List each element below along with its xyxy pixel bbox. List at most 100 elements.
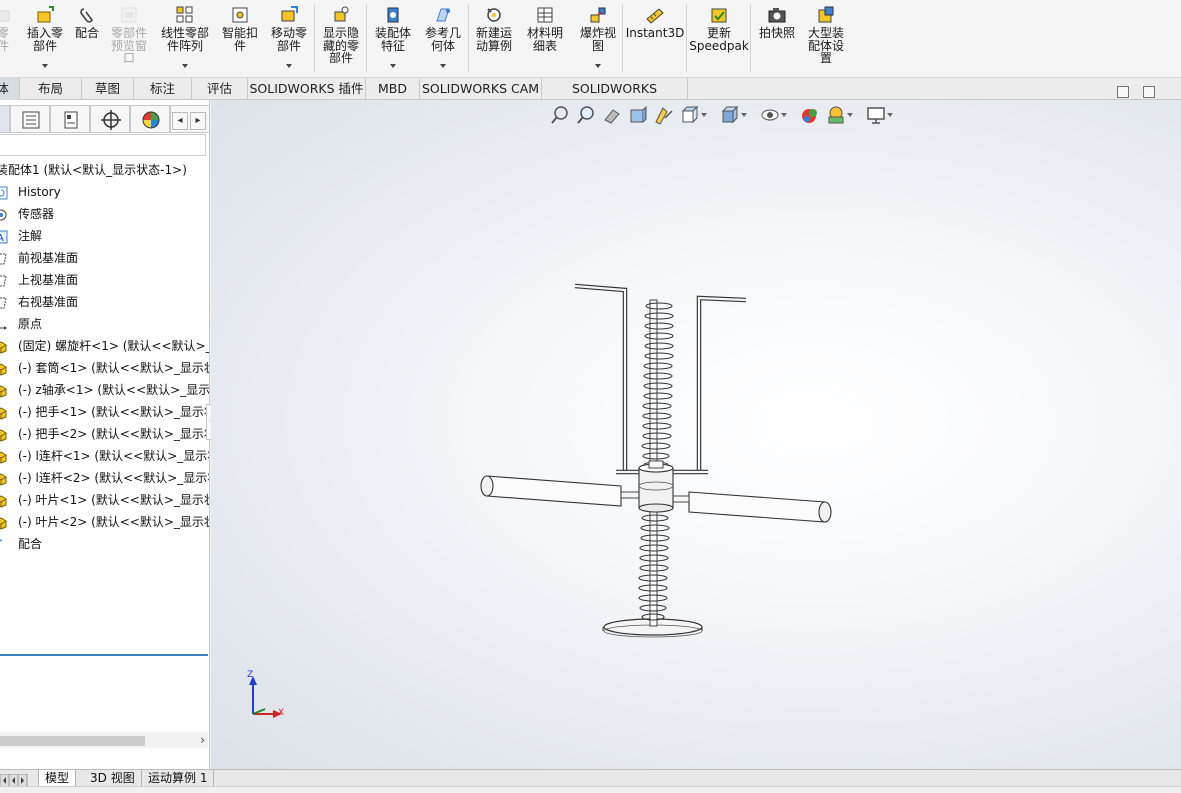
ribbon-button-label: 参考几 何体 bbox=[424, 26, 461, 53]
tree-item[interactable]: (-) z轴承<1> (默认<<默认>_显示状 bbox=[0, 379, 209, 401]
dropdown-arrow-icon[interactable] bbox=[595, 64, 601, 68]
tree-item[interactable]: (-) 把手<2> (默认<<默认>_显示状 bbox=[0, 423, 209, 445]
array-icon bbox=[175, 5, 195, 25]
ribbon-button-label: 线性零部 件阵列 bbox=[160, 26, 209, 53]
tree-item[interactable]: (-) 套筒<1> (默认<<默认>_显示状 bbox=[0, 357, 209, 379]
tree-item-label: (-) 把手<1> (默认<<默认>_显示状 bbox=[18, 405, 210, 419]
part-icon bbox=[0, 5, 13, 25]
ribbon-button-clip[interactable]: 配合 bbox=[72, 2, 102, 76]
refgeo-icon bbox=[433, 5, 453, 25]
bottom-tab-motion-study[interactable]: 运动算例 1 bbox=[142, 770, 215, 787]
status-bar bbox=[0, 786, 1181, 793]
ribbon-button-insert[interactable]: 插入零 部件 bbox=[26, 2, 64, 76]
ribbon-button-label: 零 件 bbox=[0, 26, 9, 53]
command-tab-4[interactable]: 评估 bbox=[192, 78, 248, 100]
rollback-bar[interactable] bbox=[0, 654, 208, 656]
ribbon-button-asmfeat[interactable]: 装配体 特征 bbox=[370, 2, 416, 76]
dropdown-arrow-icon[interactable] bbox=[182, 64, 188, 68]
dropdown-arrow-icon[interactable] bbox=[440, 64, 446, 68]
ribbon-button-speedpak[interactable]: 更新 Speedpak bbox=[689, 2, 749, 76]
tree-item[interactable]: (-) 叶片<1> (默认<<默认>_显示状 bbox=[0, 489, 209, 511]
property-manager-icon bbox=[64, 111, 78, 129]
tree-item[interactable]: 原点 bbox=[0, 313, 209, 335]
ribbon-button-label: 材料明 细表 bbox=[526, 26, 563, 53]
sensor-icon bbox=[0, 207, 8, 221]
bottom-tab-3d-view[interactable]: 3D 视图 bbox=[84, 770, 142, 787]
appearance-tab[interactable] bbox=[130, 105, 170, 133]
ribbon-button-showhide[interactable]: 显示隐 藏的零 部件 bbox=[318, 2, 364, 76]
dropdown-arrow-icon[interactable] bbox=[286, 64, 292, 68]
tree-item[interactable]: 前视基准面 bbox=[0, 247, 209, 269]
tree-item[interactable]: 配合 bbox=[0, 533, 209, 555]
panel-tab-prev[interactable] bbox=[0, 105, 10, 133]
ribbon-button-preview[interactable]: 零部件 预览窗 口 bbox=[106, 2, 152, 76]
command-tab-8[interactable]: SOLIDWORKS Inspection bbox=[542, 78, 688, 117]
ribbon-button-snapshot[interactable]: 拍快照 bbox=[754, 2, 800, 76]
tree-root-label: 装配体1 (默认<默认_显示状态-1>) bbox=[0, 163, 187, 177]
command-tab-3[interactable]: 标注 bbox=[134, 78, 192, 100]
sleeve-hub bbox=[638, 460, 674, 513]
ribbon-button-fastener[interactable]: 智能扣 件 bbox=[218, 2, 262, 76]
tree-item[interactable]: (-) l连杆<1> (默认<<默认>_显示状 bbox=[0, 445, 209, 467]
dropdown-arrow-icon[interactable] bbox=[42, 64, 48, 68]
tab-scroll-left-button[interactable]: ◂ bbox=[172, 112, 188, 130]
command-tab-2[interactable]: 草图 bbox=[82, 78, 134, 100]
tree-item[interactable]: 右视基准面 bbox=[0, 291, 209, 313]
tree-item[interactable]: A 注解 bbox=[0, 225, 209, 247]
plane-icon bbox=[0, 273, 8, 287]
handle-right bbox=[670, 491, 832, 523]
tree-item-label: (-) l连杆<2> (默认<<默认>_显示状 bbox=[18, 471, 210, 485]
ribbon-button-explode[interactable]: 爆炸视 图 bbox=[574, 2, 622, 76]
feature-manager-panel: ◂ ▸ 装配体1 (默认<默认_显示状态-1>) History 传感器 A 注解前视基… bbox=[0, 100, 210, 769]
tree-item[interactable]: (-) 叶片<2> (默认<<默认>_显示状 bbox=[0, 511, 209, 533]
ribbon-button-refgeo[interactable]: 参考几 何体 bbox=[420, 2, 466, 76]
tree-horizontal-scrollbar[interactable]: › bbox=[0, 732, 208, 748]
ribbon-button-instant[interactable]: Instant3D bbox=[626, 2, 684, 76]
command-tabs: SOLIDWORKS InspectionSOLIDWORKS CAMMBDSO… bbox=[0, 78, 1181, 117]
tree-item[interactable]: History bbox=[0, 181, 209, 203]
tree-item[interactable]: 传感器 bbox=[0, 203, 209, 225]
ribbon-button-large[interactable]: 大型装 配体设 置 bbox=[802, 2, 850, 76]
command-tab-6[interactable]: MBD bbox=[366, 78, 420, 100]
command-tab-7[interactable]: SOLIDWORKS CAM bbox=[420, 78, 542, 100]
tree-root-assembly[interactable]: 装配体1 (默认<默认_显示状态-1>) bbox=[0, 159, 209, 181]
bottom-nav-arrows[interactable] bbox=[0, 772, 34, 788]
instant-icon bbox=[645, 5, 665, 25]
tree-item-label: (固定) 螺旋杆<1> (默认<<默认>_显 bbox=[18, 339, 210, 353]
command-tab-1[interactable]: 布局 bbox=[20, 78, 82, 100]
ribbon-button-label: 零部件 预览窗 口 bbox=[110, 26, 147, 65]
configuration-manager-tab[interactable] bbox=[90, 105, 130, 133]
dropdown-arrow-icon[interactable] bbox=[390, 64, 396, 68]
tree-filter-input[interactable] bbox=[0, 134, 206, 156]
property-manager-tab[interactable] bbox=[50, 105, 90, 133]
scroll-right-arrow-icon[interactable]: › bbox=[200, 732, 205, 748]
triad-x-label: X bbox=[278, 708, 285, 718]
expand-panel-icon[interactable] bbox=[1143, 86, 1155, 98]
feature-tree: 装配体1 (默认<默认_显示状态-1>) History 传感器 A 注解前视基准面上视… bbox=[0, 159, 210, 555]
tree-item[interactable]: 上视基准面 bbox=[0, 269, 209, 291]
command-tab-0[interactable]: 体 bbox=[0, 78, 20, 100]
showhide-icon bbox=[331, 5, 351, 25]
solidworks-window: 零 件插入零 部件 配合 零部件 预览窗 口线性零部 件阵列 智能扣 件移动零 部件显… bbox=[0, 0, 1181, 793]
bottom-tab-model[interactable]: 模型 bbox=[38, 770, 77, 787]
tree-item[interactable]: (-) 把手<1> (默认<<默认>_显示状 bbox=[0, 401, 210, 423]
tree-item-label: 配合 bbox=[18, 537, 43, 551]
restore-panel-icon[interactable] bbox=[1117, 86, 1129, 98]
ribbon-button-array[interactable]: 线性零部 件阵列 bbox=[156, 2, 214, 76]
assembly-model[interactable] bbox=[211, 100, 1181, 769]
graphics-area[interactable]: Z X bbox=[211, 100, 1181, 769]
part-icon bbox=[0, 427, 8, 442]
command-tab-5[interactable]: SOLIDWORKS 插件 bbox=[248, 78, 366, 100]
tab-scroll-right-button[interactable]: ▸ bbox=[190, 112, 206, 130]
tree-item[interactable]: (固定) 螺旋杆<1> (默认<<默认>_显 bbox=[0, 335, 210, 357]
ribbon-button-label: 更新 Speedpak bbox=[689, 26, 749, 53]
feature-tree-tab[interactable] bbox=[10, 105, 50, 133]
ribbon-button-part[interactable]: 零 件 bbox=[0, 2, 14, 76]
appearance-pie-icon bbox=[142, 111, 160, 129]
ribbon-button-move[interactable]: 移动零 部件 bbox=[266, 2, 312, 76]
ribbon-button-label: 显示隐 藏的零 部件 bbox=[322, 26, 359, 65]
scrollbar-thumb[interactable] bbox=[0, 736, 145, 746]
tree-item[interactable]: (-) l连杆<2> (默认<<默认>_显示状 bbox=[0, 467, 210, 489]
ribbon-button-motion[interactable]: 新建运 动算例 bbox=[471, 2, 517, 76]
ribbon-button-bom[interactable]: 材料明 细表 bbox=[522, 2, 568, 76]
